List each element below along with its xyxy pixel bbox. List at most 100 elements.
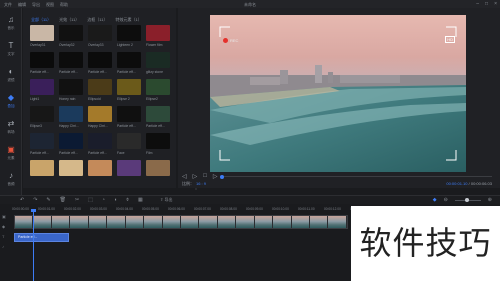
audio-track-icon[interactable]: ♪ bbox=[2, 244, 12, 254]
aspect-ratio[interactable]: 比例： 16 : 9 bbox=[182, 181, 206, 187]
library-item[interactable]: Particle eff... bbox=[59, 133, 83, 155]
library-item[interactable] bbox=[117, 160, 141, 178]
play-icon[interactable]: ▷ bbox=[193, 173, 198, 180]
export-button[interactable]: ⇪ 导出 bbox=[160, 197, 172, 203]
time-display: 00:00:01.10 / 00:00:06.03 bbox=[446, 181, 492, 186]
library-item[interactable]: Lighteen 2 bbox=[117, 25, 141, 47]
undo-icon[interactable]: ↶ bbox=[20, 197, 24, 203]
zoom-knob[interactable] bbox=[464, 198, 469, 202]
sidebar-item-text[interactable]: T 文字 bbox=[0, 38, 22, 60]
tab-border[interactable]: 边框（11） bbox=[87, 17, 107, 23]
stop-icon[interactable]: □ bbox=[203, 173, 207, 180]
playback-progress[interactable] bbox=[220, 174, 492, 179]
video-track-icon[interactable]: ▣ bbox=[2, 214, 12, 224]
library-item-label: Particle eff... bbox=[146, 124, 165, 128]
sidebar-item-element[interactable]: ▣ 元素 bbox=[0, 142, 22, 164]
delete-icon[interactable]: 🗑 bbox=[60, 197, 66, 203]
marker-icon[interactable]: ◆ bbox=[433, 197, 437, 203]
library-item[interactable]: Ellipse3 bbox=[30, 106, 54, 128]
clip-frame bbox=[15, 216, 34, 228]
library-item[interactable]: Honey rain bbox=[59, 79, 83, 101]
playback-knob[interactable] bbox=[220, 174, 224, 179]
mosaic-icon[interactable]: ▦ bbox=[138, 197, 143, 203]
library-item[interactable]: Ellipse 2 bbox=[117, 79, 141, 101]
clip-frame bbox=[310, 216, 329, 228]
sidebar-item-label: 音频 bbox=[7, 182, 15, 186]
sidebar-item-audio[interactable]: ♪ 音频 bbox=[0, 168, 22, 190]
library-item[interactable]: Particle eff... bbox=[88, 133, 112, 155]
ruler-tick: 00:00:10.00 bbox=[272, 207, 289, 211]
library-item[interactable] bbox=[59, 160, 83, 178]
prev-frame-icon[interactable]: ◁ bbox=[182, 173, 187, 180]
timeline-ruler[interactable]: 00:00:00.00 00:00:01.00 00:00:02.00 00:00:0… bbox=[12, 207, 367, 213]
edit-icon[interactable]: ✎ bbox=[46, 197, 50, 203]
library-item-label: Overlay31 bbox=[30, 43, 46, 47]
ruler-tick: 00:00:00.00 bbox=[12, 207, 29, 211]
library-item[interactable]: Particle eff... bbox=[88, 52, 112, 74]
next-frame-icon[interactable]: ▷ bbox=[213, 173, 218, 180]
library-thumbnail bbox=[59, 25, 83, 41]
volume-icon[interactable]: ◖ bbox=[114, 197, 117, 203]
library-item[interactable]: Particle eff... bbox=[30, 133, 54, 155]
library-item[interactable]: Particle eff... bbox=[146, 106, 170, 128]
window-controls: – □ × bbox=[476, 1, 497, 7]
track-controls: ▣ ◆ T ♪ bbox=[2, 214, 12, 254]
filter-icon: ◐ bbox=[8, 67, 14, 76]
library-item[interactable] bbox=[88, 160, 112, 178]
watermark: 软件技巧 bbox=[351, 206, 500, 281]
library-item[interactable] bbox=[30, 160, 54, 178]
overlay-track-icon[interactable]: ◆ bbox=[2, 224, 12, 234]
redo-icon[interactable]: ↷ bbox=[33, 197, 37, 203]
library-item[interactable]: Overlay33 bbox=[88, 25, 112, 47]
library-item[interactable]: Particle eff... bbox=[117, 52, 141, 74]
text-track-icon[interactable]: T bbox=[2, 234, 12, 244]
library-item[interactable]: glitzy stone bbox=[146, 52, 170, 74]
minimize-icon[interactable]: – bbox=[476, 1, 479, 7]
library-item-label: Particle eff... bbox=[59, 151, 78, 155]
clip-frame bbox=[236, 216, 255, 228]
video-clip[interactable] bbox=[14, 215, 348, 229]
clip-frame bbox=[162, 216, 181, 228]
library-item[interactable]: Flower film bbox=[146, 25, 170, 47]
export-label: 导出 bbox=[164, 197, 173, 202]
zoom-slider[interactable] bbox=[454, 198, 481, 202]
sidebar-item-label: 叠加 bbox=[7, 104, 15, 108]
close-icon[interactable]: × bbox=[494, 1, 497, 7]
playhead[interactable] bbox=[31, 209, 36, 281]
sidebar-item-transition[interactable]: ⇄ 转场 bbox=[0, 116, 22, 138]
overlay-clip[interactable]: Particle eff... bbox=[14, 233, 69, 242]
mic-icon[interactable]: ⌽ bbox=[126, 197, 129, 203]
library-item[interactable]: Overlay32 bbox=[59, 25, 83, 47]
library-item[interactable]: Face bbox=[117, 133, 141, 155]
library-item-label: Happy Chri... bbox=[59, 124, 79, 128]
sidebar-item-filter[interactable]: ◐ 滤镜 bbox=[0, 64, 22, 86]
ruler-tick: 00:00:06.00 bbox=[168, 207, 185, 211]
library-item[interactable]: Particle eff... bbox=[59, 52, 83, 74]
library-item[interactable]: Happy Chri... bbox=[88, 106, 112, 128]
library-item[interactable]: Light1 bbox=[30, 79, 54, 101]
split-icon[interactable]: ✂ bbox=[75, 197, 79, 203]
library-item[interactable]: Overlay31 bbox=[30, 25, 54, 47]
library-item[interactable]: Film bbox=[146, 133, 170, 155]
video-preview[interactable] bbox=[210, 15, 466, 172]
tab-effects[interactable]: 特效元素（1） bbox=[115, 17, 141, 23]
sidebar-item-overlay[interactable]: ◆ 叠加 bbox=[0, 90, 22, 112]
zoom-in-icon[interactable]: ⊕ bbox=[488, 197, 492, 203]
library-item[interactable] bbox=[146, 160, 170, 178]
library-item[interactable]: Particle eff... bbox=[117, 106, 141, 128]
speed-icon[interactable]: ◔ bbox=[102, 197, 105, 203]
library-item[interactable]: Particle eff... bbox=[30, 52, 54, 74]
zoom-out-icon[interactable]: ⊖ bbox=[444, 197, 448, 203]
tab-light[interactable]: 光效（11） bbox=[59, 17, 79, 23]
library-thumbnail bbox=[59, 133, 83, 149]
library-item-label: Film bbox=[146, 151, 153, 155]
transition-icon: ⇄ bbox=[7, 119, 15, 128]
library-item[interactable]: Ellipsoid bbox=[88, 79, 112, 101]
maximize-icon[interactable]: □ bbox=[485, 1, 488, 7]
sidebar-item-music[interactable]: ♫ 音乐 bbox=[0, 12, 22, 34]
crop-icon[interactable]: ⬚ bbox=[88, 197, 93, 203]
library-item[interactable]: Ellipse2 bbox=[146, 79, 170, 101]
library-item[interactable]: Happy Chri... bbox=[59, 106, 83, 128]
tab-all[interactable]: 全部（11） bbox=[31, 17, 51, 23]
resolution-badge: HD bbox=[445, 36, 455, 43]
